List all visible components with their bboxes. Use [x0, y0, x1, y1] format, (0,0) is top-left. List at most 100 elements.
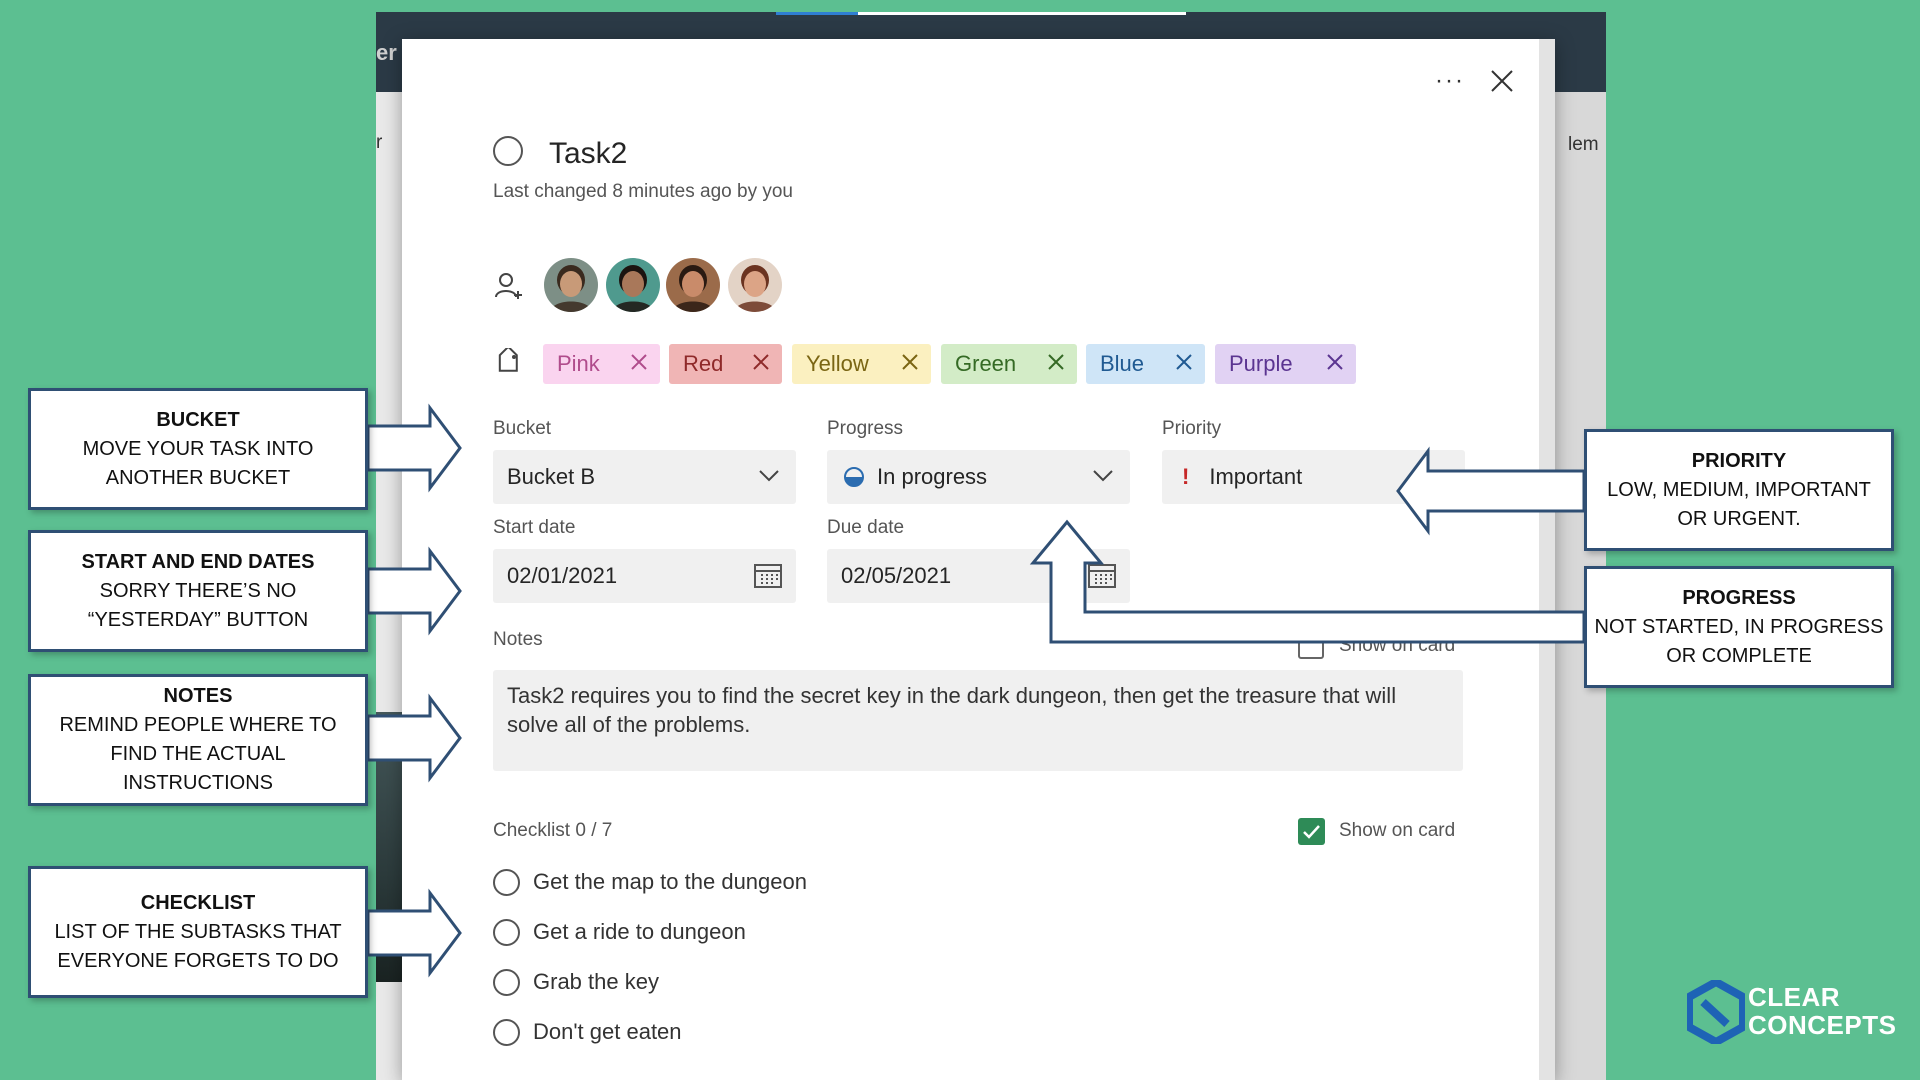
remove-label-icon[interactable] [901, 351, 919, 377]
checklist-item[interactable]: Get a ride to dungeon [533, 919, 746, 945]
chevron-down-icon [1093, 470, 1113, 482]
background-tab-accent [776, 12, 858, 15]
more-options-icon[interactable]: ··· [1435, 67, 1465, 95]
checklist-title: Checklist 0 / 7 [493, 820, 613, 841]
priority-select[interactable]: ! Important [1162, 450, 1465, 504]
callout-notes-title: NOTES [163, 685, 233, 707]
avatar[interactable] [666, 258, 720, 312]
callout-dates-line: SORRY THERE’S NO [99, 579, 297, 602]
notes-label: Notes [493, 629, 543, 650]
notes-show-on-card-label: Show on card [1339, 635, 1456, 656]
tag-icon [498, 348, 518, 372]
remove-label-icon[interactable] [1326, 351, 1344, 377]
callout-priority-line: OR URGENT. [1677, 507, 1801, 530]
checklist-item[interactable]: Get the map to the dungeon [533, 869, 807, 895]
priority-label: Priority [1162, 418, 1222, 439]
callout-notes-line: FIND THE ACTUAL [110, 743, 286, 765]
half-circle-progress-icon [844, 467, 864, 487]
checklist-item-checkbox[interactable] [493, 969, 520, 996]
task-title[interactable]: Task2 [549, 137, 627, 171]
avatar[interactable] [606, 258, 660, 312]
background-right-fragment: lem [1568, 134, 1599, 155]
chevron-down-icon [759, 470, 779, 482]
calendar-icon[interactable] [754, 562, 782, 588]
checklist-item[interactable]: Don't get eaten [533, 1019, 682, 1045]
label-chip[interactable]: Blue [1086, 344, 1205, 384]
add-person-icon[interactable] [494, 271, 524, 301]
avatar-photo [666, 258, 720, 312]
remove-label-icon[interactable] [752, 351, 770, 377]
background-photo [376, 712, 402, 982]
callout-checklist-title: CHECKLIST [140, 891, 256, 914]
callout-notes: NOTES REMIND PEOPLE WHERE TO FIND THE AC… [28, 674, 368, 806]
callout-dates: START AND END DATES SORRY THERE’S NO “YE… [28, 530, 368, 652]
background-left-fragment: r [376, 132, 383, 153]
important-icon: ! [1182, 464, 1190, 489]
checklist-item-checkbox[interactable] [493, 919, 520, 946]
label-chip[interactable]: Purple [1215, 344, 1356, 384]
task-details-dialog: ··· Task2 Last changed 8 minutes ago by … [402, 39, 1555, 1080]
last-changed-text: Last changed 8 minutes ago by you [493, 181, 793, 202]
clear-concepts-logo-icon [1687, 980, 1745, 1044]
due-date-value: 02/05/2021 [841, 563, 952, 588]
start-date-input[interactable]: 02/01/2021 [493, 549, 796, 603]
notes-show-on-card-checkbox[interactable] [1298, 633, 1324, 659]
callout-bucket-line: ANOTHER BUCKET [105, 466, 291, 489]
start-date-value: 02/01/2021 [507, 563, 618, 588]
checklist-item[interactable]: Grab the key [533, 969, 659, 995]
label-text: Pink [557, 351, 600, 376]
remove-label-icon[interactable] [630, 351, 648, 377]
callout-progress-title: PROGRESS [1682, 586, 1796, 609]
label-text: Blue [1100, 351, 1145, 376]
callout-checklist: CHECKLIST LIST OF THE SUBTASKS THAT EVER… [28, 866, 368, 998]
start-date-label: Start date [493, 517, 576, 538]
callout-bucket-title: BUCKET [156, 408, 240, 431]
remove-label-icon[interactable] [1175, 351, 1193, 377]
callout-dates-line: “YESTERDAY” BUTTON [87, 608, 309, 631]
callout-priority-title: PRIORITY [1691, 449, 1787, 472]
callout-progress-line: NOT STARTED, IN PROGRESS [1594, 615, 1884, 638]
label-text: Purple [1229, 351, 1293, 376]
bucket-select[interactable]: Bucket B [493, 450, 796, 504]
progress-select[interactable]: In progress [827, 450, 1130, 504]
dialog-scrollbar[interactable] [1539, 39, 1555, 1080]
avatar-photo [544, 258, 598, 312]
avatar[interactable] [728, 258, 782, 312]
label-chip[interactable]: Red [669, 344, 782, 384]
callout-bucket: BUCKET MOVE YOUR TASK INTO ANOTHER BUCKE… [28, 388, 368, 510]
background-left-strip [376, 92, 402, 1080]
progress-label: Progress [827, 418, 904, 439]
due-date-input[interactable]: 02/05/2021 [827, 549, 1130, 603]
close-icon[interactable] [1490, 69, 1514, 93]
task-complete-toggle[interactable] [493, 136, 523, 166]
callout-progress-line: OR COMPLETE [1666, 644, 1812, 667]
callout-dates-title: START AND END DATES [81, 550, 315, 573]
callout-priority-line: LOW, MEDIUM, IMPORTANT [1607, 478, 1871, 501]
checklist-show-on-card-checkbox[interactable] [1298, 818, 1325, 845]
label-chip[interactable]: Green [941, 344, 1077, 384]
due-date-label: Due date [827, 517, 905, 538]
logo-line-1: CLEAR [1748, 982, 1841, 1012]
notes-textarea[interactable]: Task2 requires you to find the secret ke… [493, 670, 1463, 771]
callout-priority: PRIORITY LOW, MEDIUM, IMPORTANT OR URGEN… [1584, 429, 1894, 551]
calendar-icon[interactable] [1088, 562, 1116, 588]
avatar[interactable] [544, 258, 598, 312]
background-title-fragment: er [376, 40, 397, 65]
label-chip[interactable]: Pink [543, 344, 660, 384]
avatar-photo [728, 258, 782, 312]
label-text: Red [683, 351, 724, 376]
priority-value: Important [1209, 464, 1303, 489]
progress-value: In progress [877, 464, 988, 489]
avatar-photo [606, 258, 660, 312]
callout-checklist-line: EVERYONE FORGETS TO DO [57, 949, 339, 972]
label-text: Yellow [806, 351, 869, 376]
checklist-item-checkbox[interactable] [493, 869, 520, 896]
label-chip[interactable]: Yellow [792, 344, 931, 384]
bucket-value: Bucket B [507, 464, 596, 489]
callout-notes-line: INSTRUCTIONS [123, 772, 273, 794]
checklist-show-on-card-label: Show on card [1339, 820, 1456, 841]
callout-progress: PROGRESS NOT STARTED, IN PROGRESS OR COM… [1584, 566, 1894, 688]
remove-label-icon[interactable] [1047, 351, 1065, 377]
bucket-label: Bucket [493, 418, 552, 439]
checklist-item-checkbox[interactable] [493, 1019, 520, 1046]
